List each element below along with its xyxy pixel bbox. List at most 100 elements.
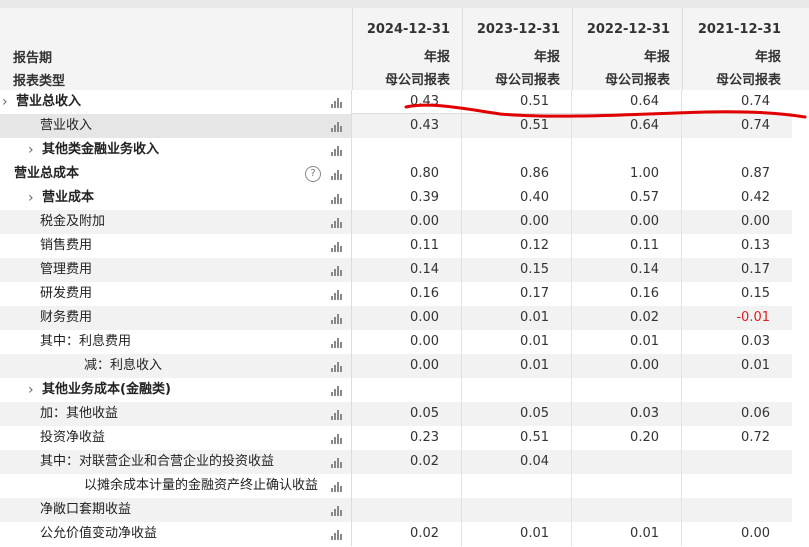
table-row[interactable]: 财务费用 0.00 0.01 0.02 -0.01 (0, 306, 809, 330)
value-cell: 0.00 (352, 330, 462, 354)
table-row[interactable]: › 营业成本 0.39 0.40 0.57 0.42 (0, 186, 809, 210)
bar-chart-icon-bar (340, 414, 342, 420)
table-row[interactable]: 营业总成本? 0.80 0.86 1.00 0.87 (0, 162, 809, 186)
row-label: 其他类金融业务收入 (42, 142, 160, 157)
bar-chart-icon[interactable] (331, 265, 343, 276)
bar-chart-icon[interactable] (331, 313, 343, 324)
chevron-right-icon[interactable]: › (2, 90, 8, 114)
bar-chart-icon-bar (331, 224, 333, 228)
bar-chart-icon-bar (337, 410, 339, 420)
bar-chart-icon-bar (340, 246, 342, 252)
column-header-2022[interactable]: 2022-12-31 年报 母公司报表 (573, 8, 683, 90)
bar-chart-icon[interactable] (331, 193, 343, 204)
column-header-2021[interactable]: 2021-12-31 年报 母公司报表 (683, 8, 793, 90)
table-row[interactable]: › 其他业务成本(金融类) (0, 378, 809, 402)
value-cell: 0.17 (462, 282, 572, 306)
bar-chart-icon[interactable] (331, 169, 343, 180)
bar-chart-icon[interactable] (331, 289, 343, 300)
value-cell (682, 450, 792, 474)
chevron-right-icon[interactable]: › (28, 186, 34, 210)
bar-chart-icon-bar (331, 536, 333, 540)
bar-chart-icon-bar (331, 200, 333, 204)
value-cell (572, 378, 682, 402)
table-row[interactable]: › 其他类金融业务收入 (0, 138, 809, 162)
bar-chart-icon-bar (331, 416, 333, 420)
chevron-right-icon[interactable]: › (28, 138, 34, 162)
value-cell: 0.02 (352, 450, 462, 474)
column-date: 2021-12-31 (697, 22, 781, 37)
bar-chart-icon-bar (340, 438, 342, 444)
bar-chart-icon[interactable] (331, 361, 343, 372)
column-statement-type: 母公司报表 (494, 73, 560, 88)
value-cell (352, 474, 462, 498)
bar-chart-icon[interactable] (331, 145, 343, 156)
bar-chart-icon-bar (340, 318, 342, 324)
column-header-2023[interactable]: 2023-12-31 年报 母公司报表 (463, 8, 573, 90)
table-row[interactable]: 研发费用 0.16 0.17 0.16 0.15 (0, 282, 809, 306)
bar-chart-icon[interactable] (331, 505, 343, 516)
bar-chart-icon[interactable] (331, 217, 343, 228)
bar-chart-icon-bar (334, 533, 336, 540)
value-cell: 0.00 (352, 210, 462, 234)
column-header-2024[interactable]: 2024-12-31 年报 母公司报表 (353, 8, 463, 90)
value-cell: 0.64 (572, 114, 682, 138)
bar-chart-icon-bar (331, 488, 333, 492)
bar-chart-icon-bar (334, 437, 336, 444)
table-row[interactable]: 以摊余成本计量的金融资产终止确认收益 (0, 474, 809, 498)
column-statement-type: 母公司报表 (384, 73, 450, 88)
row-label: 净敞口套期收益 (40, 502, 132, 517)
table-row[interactable]: 销售费用 0.11 0.12 0.11 0.13 (0, 234, 809, 258)
table-row[interactable]: 营业收入 0.43 0.51 0.64 0.74 (0, 114, 809, 138)
value-cell: 0.87 (741, 166, 770, 181)
bar-chart-icon-bar (340, 126, 342, 132)
row-label-cell: › 其他业务成本(金融类) (0, 378, 352, 402)
row-label: 营业成本 (42, 190, 95, 205)
table-row[interactable]: 减：利息收入 0.00 0.01 0.00 0.01 (0, 354, 809, 378)
bar-chart-icon[interactable] (331, 241, 343, 252)
bar-chart-icon-bar (337, 506, 339, 516)
bar-chart-icon[interactable] (331, 337, 343, 348)
bar-chart-icon-bar (334, 245, 336, 252)
row-label: 销售费用 (40, 238, 93, 253)
bar-chart-icon[interactable] (331, 97, 343, 108)
bar-chart-icon-bar (340, 150, 342, 156)
row-label-cell: 财务费用 (0, 306, 352, 330)
bar-chart-icon[interactable] (331, 433, 343, 444)
bar-chart-icon-bar (340, 510, 342, 516)
row-label-cell: › 营业成本 (0, 186, 352, 210)
table-row[interactable]: 管理费用 0.14 0.15 0.14 0.17 (0, 258, 809, 282)
value-cell: 0.20 (572, 426, 682, 450)
bar-chart-icon-bar (337, 434, 339, 444)
value-cell: 0.51 (462, 114, 572, 138)
bar-chart-icon-bar (340, 174, 342, 180)
bar-chart-icon[interactable] (331, 409, 343, 420)
bar-chart-icon-bar (337, 530, 339, 540)
table-row[interactable]: › 营业总收入 0.43 0.51 0.64 0.74 (0, 90, 809, 114)
bar-chart-icon-bar (340, 294, 342, 300)
bar-chart-icon[interactable] (331, 481, 343, 492)
table-row[interactable]: 净敞口套期收益 (0, 498, 809, 522)
bar-chart-icon-bar (334, 293, 336, 300)
bar-chart-icon[interactable] (331, 385, 343, 396)
row-label-cell: 净敞口套期收益 (0, 498, 352, 522)
bar-chart-icon[interactable] (331, 121, 343, 132)
row-label-cell: 投资净收益 (0, 426, 352, 450)
table-row[interactable]: 其中：利息费用 0.00 0.01 0.01 0.03 (0, 330, 809, 354)
value-cell: 0.23 (352, 426, 462, 450)
table-row[interactable]: 公允价值变动净收益 0.02 0.01 0.01 0.00 (0, 522, 809, 546)
bar-chart-icon-bar (337, 122, 339, 132)
table-row[interactable]: 其中：对联营企业和合营企业的投资收益 0.02 0.04 (0, 450, 809, 474)
value-cell (682, 474, 792, 498)
bar-chart-icon-bar (331, 464, 333, 468)
help-circle-icon[interactable]: ? (305, 166, 321, 182)
table-row[interactable]: 税金及附加 0.00 0.00 0.00 0.00 (0, 210, 809, 234)
table-row[interactable]: 投资净收益 0.23 0.51 0.20 0.72 (0, 426, 809, 450)
table-row[interactable]: 加：其他收益 0.05 0.05 0.03 0.06 (0, 402, 809, 426)
chevron-right-icon[interactable]: › (28, 378, 34, 402)
bar-chart-icon-bar (340, 342, 342, 348)
value-cell: 0.80 (352, 162, 462, 186)
bar-chart-icon-bar (334, 509, 336, 516)
bar-chart-icon-bar (331, 368, 333, 372)
bar-chart-icon[interactable] (331, 457, 343, 468)
bar-chart-icon[interactable] (331, 529, 343, 540)
